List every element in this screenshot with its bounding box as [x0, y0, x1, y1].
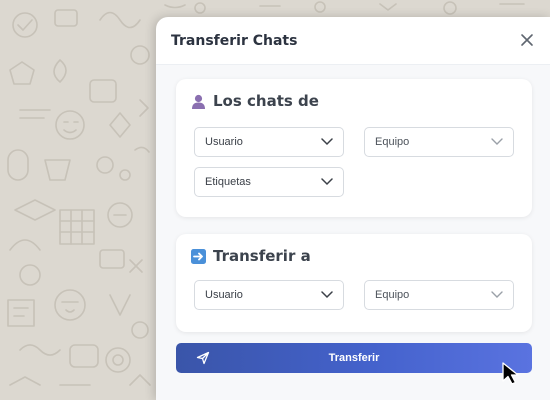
- chevron-down-icon: [321, 178, 333, 186]
- to-section-header: Transferir a: [191, 247, 311, 265]
- from-section-header: Los chats de: [191, 92, 319, 110]
- from-user-select[interactable]: Usuario: [194, 127, 344, 157]
- chevron-down-icon: [491, 291, 503, 298]
- to-section-card: Transferir a Usuario Equipo: [176, 234, 532, 332]
- from-tags-select-value: Etiquetas: [205, 176, 251, 188]
- to-user-select-value: Usuario: [205, 289, 243, 301]
- close-icon[interactable]: [520, 33, 534, 47]
- from-tags-select[interactable]: Etiquetas: [194, 167, 344, 197]
- arrow-right-icon: [191, 248, 206, 264]
- from-team-select[interactable]: Equipo: [364, 127, 514, 157]
- chevron-down-icon: [321, 138, 333, 146]
- chevron-down-icon: [321, 291, 333, 299]
- from-section-title: Los chats de: [213, 92, 319, 110]
- chevron-down-icon: [491, 138, 503, 145]
- to-team-select-value: Equipo: [375, 289, 410, 301]
- to-team-select[interactable]: Equipo: [364, 280, 514, 310]
- send-icon: [196, 351, 210, 365]
- modal-header: Transferir Chats: [156, 17, 550, 65]
- from-user-select-value: Usuario: [205, 136, 243, 148]
- to-user-select[interactable]: Usuario: [194, 280, 344, 310]
- modal-title: Transferir Chats: [171, 32, 298, 49]
- transfer-button-label: Transferir: [328, 352, 380, 364]
- transfer-button[interactable]: Transferir: [176, 343, 532, 373]
- to-section-title: Transferir a: [213, 247, 311, 265]
- mouse-cursor-icon: [502, 362, 519, 385]
- from-team-select-value: Equipo: [375, 136, 410, 148]
- modal-body: Los chats de Usuario Equipo Etiquetas Tr…: [156, 65, 550, 400]
- from-section-card: Los chats de Usuario Equipo Etiquetas: [176, 79, 532, 217]
- transfer-chats-modal: Transferir Chats Los chats de Usuario Eq…: [156, 17, 550, 400]
- person-icon: [192, 94, 205, 109]
